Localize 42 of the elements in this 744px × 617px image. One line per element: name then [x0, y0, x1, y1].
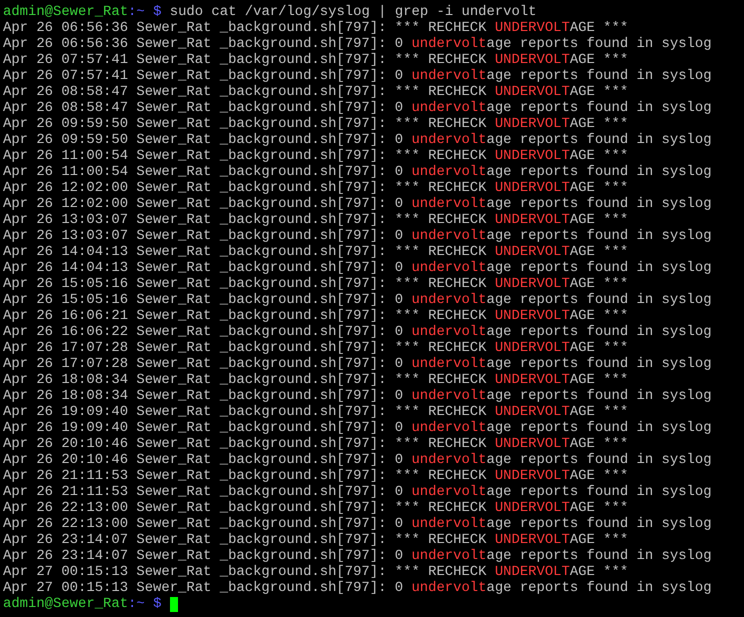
log-line: Apr 26 13:03:07 Sewer_Rat _background.sh[797]: *** RECHECK UNDERVOLTAGE *** [3, 212, 628, 228]
log-line: Apr 26 23:14:07 Sewer_Rat _background.sh[797]: *** RECHECK UNDERVOLTAGE *** [3, 532, 628, 548]
log-line: Apr 26 08:58:47 Sewer_Rat _background.sh[797]: *** RECHECK UNDERVOLTAGE *** [3, 84, 628, 100]
log-line: Apr 26 23:14:07 Sewer_Rat _background.sh[797]: 0 undervoltage reports found in syslog [3, 548, 712, 564]
log-line: Apr 26 20:10:46 Sewer_Rat _background.sh[797]: *** RECHECK UNDERVOLTAGE *** [3, 436, 628, 452]
text-cursor [170, 596, 178, 612]
log-line: Apr 26 21:11:53 Sewer_Rat _background.sh[797]: 0 undervoltage reports found in syslog [3, 484, 712, 500]
log-line: Apr 26 19:09:40 Sewer_Rat _background.sh[797]: 0 undervoltage reports found in syslog [3, 420, 712, 436]
log-line: Apr 26 13:03:07 Sewer_Rat _background.sh[797]: 0 undervoltage reports found in syslog [3, 228, 712, 244]
log-line: Apr 27 00:15:13 Sewer_Rat _background.sh[797]: *** RECHECK UNDERVOLTAGE *** [3, 564, 628, 580]
log-line: Apr 26 18:08:34 Sewer_Rat _background.sh[797]: *** RECHECK UNDERVOLTAGE *** [3, 372, 628, 388]
log-line: Apr 26 09:59:50 Sewer_Rat _background.sh[797]: 0 undervoltage reports found in syslog [3, 132, 712, 148]
log-line: Apr 27 00:15:13 Sewer_Rat _background.sh[797]: 0 undervoltage reports found in syslog [3, 580, 712, 596]
log-line: Apr 26 15:05:16 Sewer_Rat _background.sh[797]: 0 undervoltage reports found in syslog [3, 292, 712, 308]
prompt-path: :~ $ [128, 596, 162, 612]
log-line: Apr 26 16:06:22 Sewer_Rat _background.sh[797]: 0 undervoltage reports found in syslog [3, 324, 712, 340]
log-line: Apr 26 18:08:34 Sewer_Rat _background.sh[797]: 0 undervoltage reports found in syslog [3, 388, 712, 404]
command-text: sudo cat /var/log/syslog | grep -i undervolt [170, 4, 537, 20]
log-line: Apr 26 08:58:47 Sewer_Rat _background.sh[797]: 0 undervoltage reports found in syslog [3, 100, 712, 116]
log-line: Apr 26 19:09:40 Sewer_Rat _background.sh[797]: *** RECHECK UNDERVOLTAGE *** [3, 404, 628, 420]
log-line: Apr 26 09:59:50 Sewer_Rat _background.sh[797]: *** RECHECK UNDERVOLTAGE *** [3, 116, 628, 132]
log-line: Apr 26 06:56:36 Sewer_Rat _background.sh[797]: 0 undervoltage reports found in syslog [3, 36, 712, 52]
log-line: Apr 26 15:05:16 Sewer_Rat _background.sh[797]: *** RECHECK UNDERVOLTAGE *** [3, 276, 628, 292]
log-line: Apr 26 17:07:28 Sewer_Rat _background.sh[797]: 0 undervoltage reports found in syslog [3, 356, 712, 372]
log-line: Apr 26 12:02:00 Sewer_Rat _background.sh[797]: *** RECHECK UNDERVOLTAGE *** [3, 180, 628, 196]
log-line: Apr 26 22:13:00 Sewer_Rat _background.sh[797]: 0 undervoltage reports found in syslog [3, 516, 712, 532]
log-line: Apr 26 07:57:41 Sewer_Rat _background.sh[797]: 0 undervoltage reports found in syslog [3, 68, 712, 84]
log-line: Apr 26 16:06:21 Sewer_Rat _background.sh[797]: *** RECHECK UNDERVOLTAGE *** [3, 308, 628, 324]
log-line: Apr 26 11:00:54 Sewer_Rat _background.sh[797]: 0 undervoltage reports found in syslog [3, 164, 712, 180]
log-line: Apr 26 14:04:13 Sewer_Rat _background.sh[797]: 0 undervoltage reports found in syslog [3, 260, 712, 276]
log-line: Apr 26 11:00:54 Sewer_Rat _background.sh[797]: *** RECHECK UNDERVOLTAGE *** [3, 148, 628, 164]
log-line: Apr 26 21:11:53 Sewer_Rat _background.sh[797]: *** RECHECK UNDERVOLTAGE *** [3, 468, 628, 484]
log-line: Apr 26 06:56:36 Sewer_Rat _background.sh[797]: *** RECHECK UNDERVOLTAGE *** [3, 20, 628, 36]
log-line: Apr 26 17:07:28 Sewer_Rat _background.sh[797]: *** RECHECK UNDERVOLTAGE *** [3, 340, 628, 356]
log-line: Apr 26 14:04:13 Sewer_Rat _background.sh[797]: *** RECHECK UNDERVOLTAGE *** [3, 244, 628, 260]
log-line: Apr 26 12:02:00 Sewer_Rat _background.sh[797]: 0 undervoltage reports found in syslog [3, 196, 712, 212]
prompt-path: :~ $ [128, 4, 162, 20]
prompt-user-host: admin@Sewer_Rat [3, 4, 128, 20]
log-line: Apr 26 22:13:00 Sewer_Rat _background.sh[797]: *** RECHECK UNDERVOLTAGE *** [3, 500, 628, 516]
prompt-user-host: admin@Sewer_Rat [3, 596, 128, 612]
log-line: Apr 26 20:10:46 Sewer_Rat _background.sh[797]: 0 undervoltage reports found in syslog [3, 452, 712, 468]
log-line: Apr 26 07:57:41 Sewer_Rat _background.sh[797]: *** RECHECK UNDERVOLTAGE *** [3, 52, 628, 68]
